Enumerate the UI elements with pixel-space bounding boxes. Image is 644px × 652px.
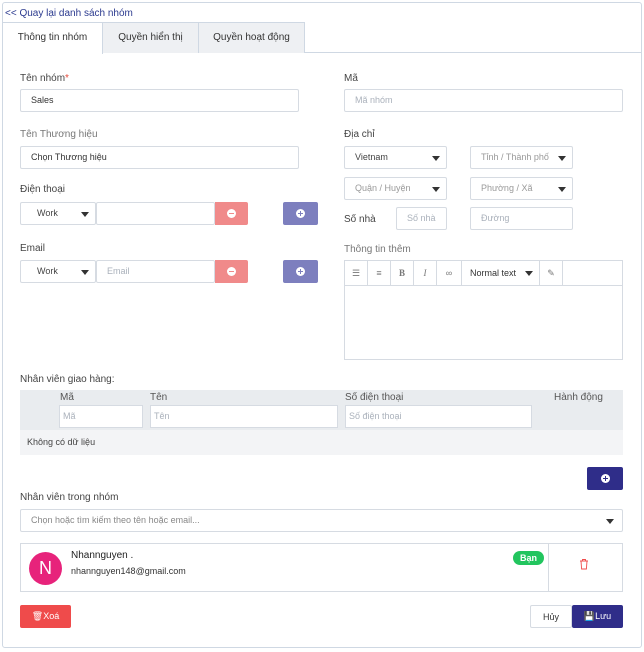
tab-action-permissions[interactable]: Quyền hoạt động	[198, 22, 305, 53]
member-search-select[interactable]: Chọn hoặc tìm kiếm theo tên hoặc email..…	[20, 509, 623, 532]
code-input[interactable]: Mã nhóm	[344, 89, 623, 112]
floppy-disk-icon: 💾	[583, 611, 596, 621]
rich-text-editor: ☰ ≡ B I ∞ Normal text ✎	[344, 260, 623, 360]
delivery-code-input[interactable]: Mã	[59, 405, 143, 428]
remove-phone-button[interactable]	[215, 202, 248, 225]
group-name-label: Tên nhóm*	[20, 73, 69, 84]
ward-select[interactable]: Phường / Xã	[470, 177, 573, 200]
email-label: Email	[20, 243, 46, 254]
member-email: nhannguyen148@gmail.com	[71, 566, 186, 576]
pencil-icon[interactable]: ✎	[540, 261, 563, 285]
bullet-list-icon[interactable]: ☰	[345, 261, 368, 285]
house-number-input[interactable]: Số nhà	[396, 207, 447, 230]
divider	[548, 544, 549, 591]
column-header-code: Mã	[60, 392, 74, 403]
phone-input[interactable]	[96, 202, 215, 225]
delivery-phone-input[interactable]: Số điện thoại	[345, 405, 532, 428]
tab-group-info[interactable]: Thông tin nhóm	[2, 22, 103, 54]
phone-label: Điện thoại	[20, 184, 66, 195]
empty-state: Không có dữ liệu	[20, 430, 623, 455]
brand-select[interactable]: Chọn Thương hiệu	[20, 146, 299, 169]
delivery-table-header: Mã Tên Số điện thoại Hành động Mã Tên Số…	[20, 390, 623, 430]
chevron-down-icon	[81, 212, 89, 217]
chevron-down-icon	[606, 519, 614, 524]
avatar: N	[29, 552, 62, 585]
group-name-input[interactable]: Sales	[20, 89, 299, 112]
save-button[interactable]: 💾Lưu	[572, 605, 623, 628]
remove-email-button[interactable]	[215, 260, 248, 283]
column-header-actions: Hành động	[554, 392, 603, 403]
plus-circle-icon	[600, 474, 610, 483]
chevron-down-icon	[81, 270, 89, 275]
phone-type-select[interactable]: Work	[20, 202, 96, 225]
column-header-name: Tên	[150, 392, 168, 403]
chevron-down-icon	[432, 187, 440, 192]
email-input[interactable]: Email	[96, 260, 215, 283]
tab-view-permissions[interactable]: Quyền hiển thị	[102, 22, 199, 53]
add-email-button[interactable]	[283, 260, 318, 283]
delivery-staff-label: Nhân viên giao hàng:	[20, 374, 115, 385]
bold-icon[interactable]: B	[391, 261, 414, 285]
plus-circle-icon	[296, 209, 305, 218]
group-members-label: Nhân viên trong nhóm	[20, 492, 119, 503]
member-name: Nhannguyen .	[71, 550, 134, 561]
street-input[interactable]: Đường	[470, 207, 573, 230]
delivery-name-input[interactable]: Tên	[150, 405, 338, 428]
tab-bar: Thông tin nhóm Quyền hiển thị Quyền hoạt…	[2, 22, 642, 54]
country-select[interactable]: Vietnam	[344, 146, 447, 169]
editor-toolbar: ☰ ≡ B I ∞ Normal text ✎	[345, 261, 622, 286]
you-badge: Bạn	[513, 551, 545, 565]
chevron-down-icon	[558, 187, 566, 192]
minus-circle-icon	[227, 267, 236, 276]
district-select[interactable]: Quận / Huyện	[344, 177, 447, 200]
trash-icon: 🗑	[31, 611, 44, 621]
ordered-list-icon[interactable]: ≡	[368, 261, 391, 285]
trash-icon[interactable]	[579, 558, 589, 570]
house-number-label: Số nhà	[344, 214, 376, 225]
province-select[interactable]: Tỉnh / Thành phố	[470, 146, 573, 169]
link-icon[interactable]: ∞	[437, 261, 462, 285]
italic-icon[interactable]: I	[414, 261, 437, 285]
extra-info-label: Thông tin thêm	[344, 244, 411, 255]
minus-circle-icon	[227, 209, 236, 218]
text-format-select[interactable]: Normal text	[462, 261, 540, 285]
address-label: Địa chỉ	[344, 129, 375, 140]
email-type-select[interactable]: Work	[20, 260, 96, 283]
code-label: Mã	[344, 73, 358, 84]
brand-label: Tên Thương hiệu	[20, 129, 98, 140]
column-header-phone: Số điện thoại	[345, 392, 404, 403]
add-delivery-staff-button[interactable]	[587, 467, 623, 490]
delete-group-button[interactable]: 🗑Xoá	[20, 605, 71, 628]
back-to-list-link[interactable]: << Quay lại danh sách nhóm	[5, 8, 133, 19]
cancel-button[interactable]: Hủy	[530, 605, 572, 628]
chevron-down-icon	[558, 156, 566, 161]
chevron-down-icon	[525, 271, 533, 276]
chevron-down-icon	[432, 156, 440, 161]
add-phone-button[interactable]	[283, 202, 318, 225]
plus-circle-icon	[296, 267, 305, 276]
member-card: N Nhannguyen . nhannguyen148@gmail.com B…	[20, 543, 623, 592]
